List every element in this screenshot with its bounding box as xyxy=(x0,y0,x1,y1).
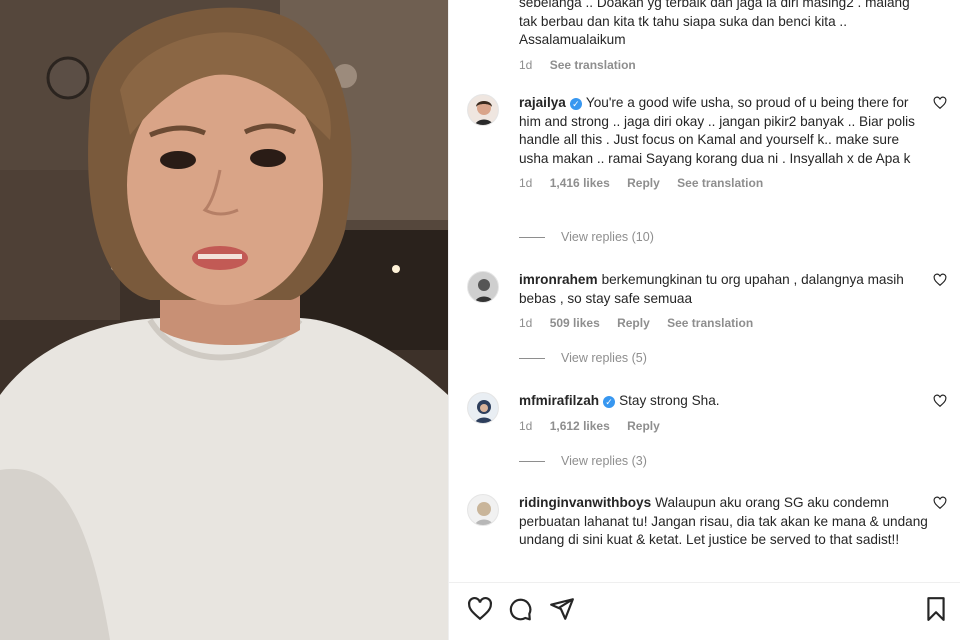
comments-panel: sebelanga .. Doakan yg terbaik dan jaga … xyxy=(448,0,960,640)
comment-meta: 1d 509 likes Reply See translation xyxy=(519,316,929,330)
replies-divider xyxy=(519,461,545,463)
comment-time: 1d xyxy=(519,418,533,433)
verified-badge-icon: ✓ xyxy=(603,396,616,408)
comment-text: mfmirafilzah ✓ Stay strong Sha. xyxy=(519,392,929,411)
heart-icon[interactable] xyxy=(933,273,947,287)
view-replies-button[interactable]: View replies (3) xyxy=(519,454,647,468)
selfie-illustration xyxy=(0,0,448,640)
comment-username[interactable]: ridinginvanwithboys xyxy=(519,495,651,510)
replies-divider xyxy=(519,237,545,239)
avatar[interactable] xyxy=(467,392,499,424)
comment-time: 1d xyxy=(519,57,533,72)
view-replies-button[interactable]: View replies (5) xyxy=(519,351,647,365)
verified-badge-icon: ✓ xyxy=(569,98,582,110)
like-count[interactable]: 509 likes xyxy=(550,316,600,330)
see-translation-link[interactable]: See translation xyxy=(550,58,636,72)
view-replies-label: View replies (3) xyxy=(561,454,647,468)
post-action-bar xyxy=(449,582,960,640)
see-translation-link[interactable]: See translation xyxy=(667,316,753,330)
view-replies-label: View replies (5) xyxy=(561,351,647,365)
post-photo[interactable] xyxy=(0,0,448,640)
comment-text: ridinginvanwithboys Walaupun aku orang SG… xyxy=(519,494,929,550)
like-count[interactable]: 1,612 likes xyxy=(550,419,610,433)
comment-meta: 1d See translation xyxy=(519,58,939,72)
comment-text: sebelanga .. Doakan yg terbaik dan jaga … xyxy=(519,0,939,50)
comment-username[interactable]: rajailya xyxy=(519,95,566,110)
comment-username[interactable]: imronrahem xyxy=(519,272,598,287)
comment-text-line: sebelanga .. Doakan yg terbaik dan jaga … xyxy=(519,0,910,10)
heart-icon[interactable] xyxy=(933,496,947,510)
comment-time: 1d xyxy=(519,176,533,191)
comment-text: imronrahem berkemungkinan tu org upahan ,… xyxy=(519,271,929,308)
avatar[interactable] xyxy=(467,94,499,126)
avatar[interactable] xyxy=(467,271,499,303)
comment-time: 1d xyxy=(519,316,533,331)
comment-meta: 1d 1,416 likes Reply See translation xyxy=(519,176,929,190)
view-replies-label: View replies (10) xyxy=(561,230,654,244)
comment-body: Stay strong Sha. xyxy=(619,393,720,408)
comment-icon[interactable] xyxy=(507,596,533,622)
comment-username[interactable]: mfmirafilzah xyxy=(519,393,599,408)
heart-icon[interactable] xyxy=(933,96,947,110)
view-replies-button[interactable]: View replies (10) xyxy=(519,230,654,244)
reply-button[interactable]: Reply xyxy=(617,316,650,330)
comment-meta: 1d 1,612 likes Reply xyxy=(519,419,929,433)
comment-text-line: tak berbau dan kita tk tahu siapa suka d… xyxy=(519,13,847,29)
reply-button[interactable]: Reply xyxy=(627,419,660,433)
send-icon[interactable] xyxy=(549,596,575,622)
like-count[interactable]: 1,416 likes xyxy=(550,176,610,190)
heart-icon[interactable] xyxy=(467,596,493,622)
see-translation-link[interactable]: See translation xyxy=(677,176,763,190)
comment-text: rajailya ✓ You're a good wife usha, so pro… xyxy=(519,94,929,168)
comment-partial: sebelanga .. Doakan yg terbaik dan jaga … xyxy=(519,0,939,72)
avatar[interactable] xyxy=(467,494,499,526)
comment-text-line: Assalamualaikum xyxy=(519,32,626,48)
replies-divider xyxy=(519,358,545,360)
heart-icon[interactable] xyxy=(933,394,947,408)
reply-button[interactable]: Reply xyxy=(627,176,660,190)
bookmark-icon[interactable] xyxy=(923,596,949,622)
